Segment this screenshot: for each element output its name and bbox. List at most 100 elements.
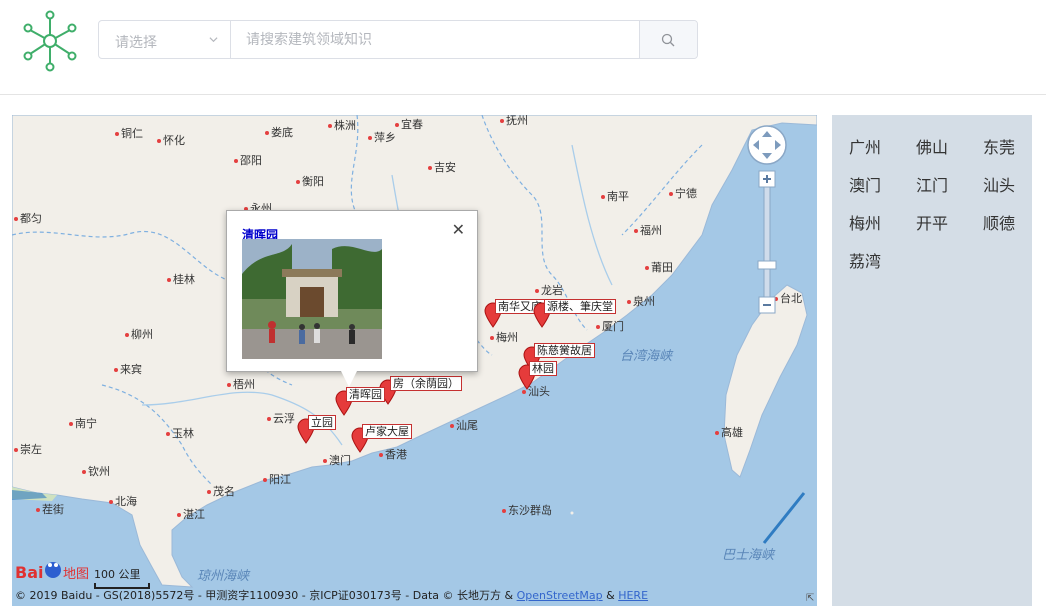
sidebar-city-item[interactable]: 顺德 (983, 210, 1015, 234)
city-dot-icon (114, 368, 118, 372)
city-dot-icon (265, 131, 269, 135)
category-select-placeholder: 请选择 (115, 35, 157, 51)
search-input[interactable] (230, 21, 640, 58)
marker-label[interactable]: 卢家大屋 (362, 424, 412, 439)
city-label: 吉安 (428, 162, 456, 174)
sidebar-city-item[interactable]: 广州 (849, 134, 881, 158)
marker-label[interactable]: 清晖园 (346, 387, 385, 402)
city-dot-icon (715, 431, 719, 435)
city-label: 汕尾 (450, 420, 478, 432)
zoom-out-button[interactable] (758, 296, 776, 314)
city-label: 云浮 (267, 413, 295, 425)
city-dot-icon (177, 513, 181, 517)
city-dot-icon (522, 390, 526, 394)
city-dot-icon (669, 192, 673, 196)
city-name: 抚州 (506, 115, 528, 127)
map-view[interactable]: 铜仁 怀化 娄底 株洲 萍乡 宜春 抚州 邵阳 衡阳 吉安 南平 宁德 永州 都匀 福州 莆田 桂林 龙岩 泉州 台北… (12, 115, 817, 606)
city-name: 梅州 (496, 331, 518, 344)
city-name: 莆田 (651, 261, 673, 274)
pan-control[interactable] (747, 125, 787, 165)
close-icon[interactable]: ✕ (452, 220, 465, 239)
zoom-slider-handle[interactable] (757, 260, 777, 270)
city-name: 吉安 (434, 161, 456, 174)
sidebar-city-item[interactable]: 开平 (916, 210, 948, 234)
city-label: 柳州 (125, 329, 153, 341)
openstreetmap-link[interactable]: OpenStreetMap (517, 589, 603, 602)
city-dot-icon (263, 478, 267, 482)
city-name: 娄底 (271, 126, 293, 139)
city-dot-icon (535, 289, 539, 293)
city-label: 株洲 (328, 120, 356, 132)
city-name: 铜仁 (121, 127, 143, 140)
city-dot-icon (267, 417, 271, 421)
city-name: 北海 (115, 495, 137, 508)
scale-label: 100 公里 (94, 568, 141, 581)
marker-label[interactable]: 陈慈黉故居 (534, 343, 595, 358)
city-name: 福州 (640, 224, 662, 237)
map-navigation-control (747, 125, 787, 314)
city-label: 香港 (379, 449, 407, 461)
zoom-in-button[interactable] (758, 170, 776, 188)
city-name: 茂名 (213, 485, 235, 498)
city-dot-icon (36, 508, 40, 512)
city-label: 南平 (601, 191, 629, 203)
search-button[interactable] (639, 21, 697, 58)
city-dot-icon (450, 424, 454, 428)
city-dot-icon (109, 500, 113, 504)
baidu-map-logo: Bai 地图 (15, 562, 89, 582)
city-name: 南宁 (75, 417, 97, 430)
city-dot-icon (627, 300, 631, 304)
marker-label[interactable]: 林园 (529, 361, 557, 376)
city-name: 茬街 (42, 503, 64, 516)
map-scale: 100 公里 (94, 566, 150, 589)
city-label: 崇左 (14, 444, 42, 456)
city-name: 云浮 (273, 412, 295, 425)
city-dot-icon (601, 195, 605, 199)
category-select[interactable]: 请选择 (99, 21, 231, 58)
sidebar-city-item[interactable]: 荔湾 (849, 248, 881, 272)
city-label: 澳门 (323, 455, 351, 467)
city-name: 衡阳 (302, 175, 324, 188)
sidebar-city-item[interactable]: 佛山 (916, 134, 948, 158)
here-link[interactable]: HERE (618, 589, 648, 602)
city-dot-icon (166, 432, 170, 436)
city-label: 桂林 (167, 274, 195, 286)
city-dot-icon (500, 119, 504, 123)
city-name: 泉州 (633, 295, 655, 308)
zoom-slider-track[interactable] (763, 186, 771, 298)
marker-label[interactable]: 立园 (308, 415, 336, 430)
marker-label[interactable]: 房（余荫园） (390, 376, 462, 391)
sidebar-city-item[interactable]: 东莞 (983, 134, 1015, 158)
city-dot-icon (234, 159, 238, 163)
city-dot-icon (125, 333, 129, 337)
city-dot-icon (328, 124, 332, 128)
city-label: 茬街 (36, 504, 64, 516)
city-name: 玉林 (172, 427, 194, 440)
city-name: 高雄 (721, 426, 743, 439)
city-label: 都匀 (14, 213, 42, 225)
sidebar-city-item[interactable]: 梅州 (849, 210, 881, 234)
city-label: 玉林 (166, 428, 194, 440)
copyright-ampersand: & (606, 589, 615, 602)
city-label: 宜春 (395, 119, 423, 131)
city-label: 高雄 (715, 427, 743, 439)
knowledge-graph-logo-icon[interactable] (22, 8, 78, 74)
city-name: 南平 (607, 190, 629, 203)
city-label: 来宾 (114, 364, 142, 376)
map-resize-icon[interactable]: ⇱ (806, 593, 814, 604)
city-name: 萍乡 (374, 131, 396, 144)
city-name: 邵阳 (240, 154, 262, 167)
sea-label: 琼州海峡 (197, 569, 250, 584)
city-label: 怀化 (157, 135, 185, 147)
city-dot-icon (323, 459, 327, 463)
sidebar-city-item[interactable]: 澳门 (849, 172, 881, 196)
sidebar-city-item[interactable]: 汕头 (983, 172, 1015, 196)
copyright-text: © 2019 Baidu - GS(2018)5572号 - 甲测资字11009… (15, 589, 514, 602)
site-photo-image (242, 239, 382, 359)
city-dot-icon (14, 217, 18, 221)
city-name: 株洲 (334, 119, 356, 132)
marker-label[interactable]: 源楼、筆庆堂 (544, 299, 616, 314)
sidebar-city-item[interactable]: 江门 (916, 172, 948, 196)
city-name: 湛江 (183, 508, 205, 521)
search-icon (661, 33, 675, 47)
